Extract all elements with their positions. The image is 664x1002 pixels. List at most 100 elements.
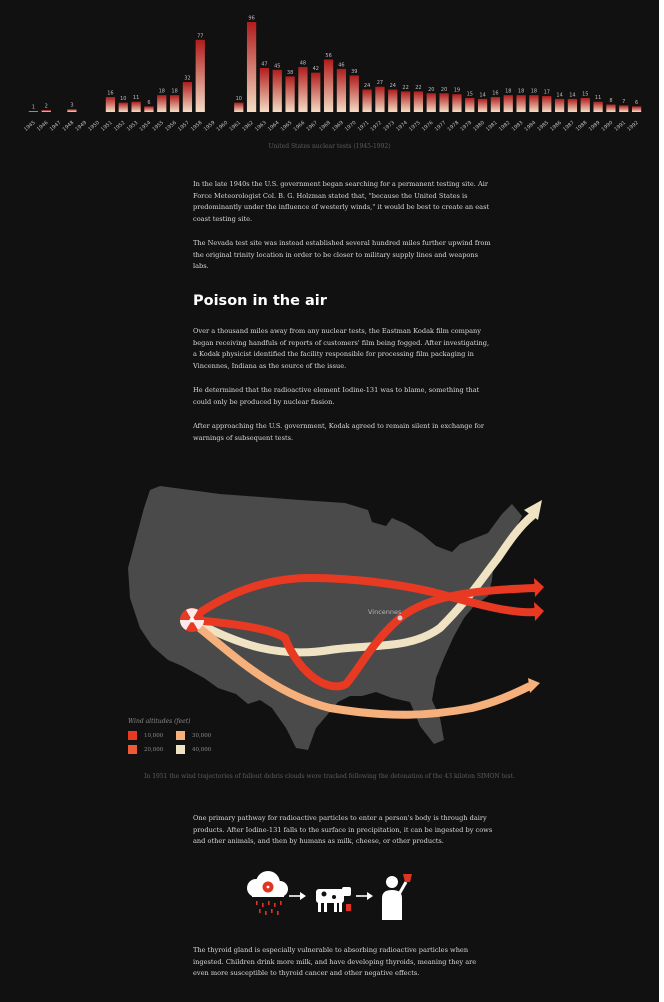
x-tick-label-1962: 1962: [241, 120, 255, 133]
data-label-1970: 39: [351, 69, 357, 75]
bar-1973: [388, 89, 398, 112]
bar-1954: [144, 106, 154, 113]
data-label-1982: 18: [505, 89, 511, 95]
arrowhead-30000ft: [528, 678, 540, 693]
legend-title: Wind altitudes (feet): [128, 718, 191, 725]
bar-1957: [182, 82, 193, 112]
paragraph-dairy-pathway: One primary pathway for radioactive part…: [193, 814, 493, 845]
legend-label: 10,000: [144, 733, 164, 739]
x-tick-label-1990: 1990: [601, 120, 615, 133]
x-tick-label-1949: 1949: [74, 120, 88, 133]
data-label-1972: 27: [377, 80, 383, 86]
bar-1951: [105, 97, 116, 112]
bar-1989: [593, 101, 603, 112]
bar-1955: [157, 95, 167, 113]
data-label-1969: 46: [338, 62, 344, 68]
x-tick-label-1953: 1953: [126, 120, 140, 133]
data-label-1975: 22: [415, 85, 421, 91]
bar-1963: [259, 67, 270, 112]
paragraph-nevada-site: The Nevada test site was instead establi…: [193, 239, 491, 270]
bar-1961: [234, 102, 244, 113]
x-tick-label-1983: 1983: [511, 120, 525, 133]
x-tick-label-1948: 1948: [62, 120, 76, 133]
data-label-1980: 14: [479, 92, 485, 98]
wind-altitude-legend: Wind altitudes (feet) 10,000 20,000 30,0…: [128, 718, 248, 758]
legend-swatch: [128, 731, 137, 740]
legend-item-40000: 40,000: [176, 745, 236, 755]
x-tick-label-1951: 1951: [100, 120, 114, 133]
vincennes-marker: [397, 615, 403, 621]
x-tick-label-1988: 1988: [575, 120, 589, 133]
paragraph-kodak: Over a thousand miles away from any nucl…: [193, 327, 490, 370]
data-label-1953: 11: [133, 95, 139, 101]
chart-caption: United States nuclear tests (1945-1992): [268, 143, 391, 150]
data-label-1956: 18: [171, 89, 177, 95]
x-tick-label-1981: 1981: [485, 120, 499, 133]
bar-1972: [375, 86, 385, 112]
bar-1976: [426, 93, 436, 112]
x-tick-label-1960: 1960: [216, 120, 230, 133]
data-label-1985: 17: [544, 90, 550, 96]
legend-label: 30,000: [192, 733, 212, 739]
paragraph-agreement: After approaching the U.S. government, K…: [193, 422, 485, 442]
data-label-1958: 77: [197, 33, 203, 39]
x-tick-label-1980: 1980: [472, 120, 486, 133]
x-tick-label-1971: 1971: [357, 120, 371, 133]
x-tick-label-1976: 1976: [421, 120, 435, 133]
bar-1988: [580, 97, 590, 112]
nuclear-tests-bar-chart: 1194521946 194731948 1949 19501619511019521…: [23, 16, 642, 133]
data-label-1966: 48: [300, 61, 306, 67]
x-tick-label-1974: 1974: [395, 120, 409, 133]
bar-1981: [490, 97, 501, 112]
bar-1974: [400, 91, 411, 113]
data-label-1992: 6: [635, 100, 638, 106]
bar-1992: [631, 106, 642, 113]
data-label-1974: 22: [402, 85, 408, 91]
bar-1986: [554, 98, 565, 113]
legend-swatch: [176, 731, 185, 740]
data-label-1957: 32: [184, 76, 190, 82]
x-tick-label-1956: 1956: [164, 120, 178, 133]
bar-1953: [131, 101, 141, 112]
x-tick-label-1961: 1961: [228, 120, 242, 133]
vincennes-label: Vincennes: [368, 608, 402, 616]
bar-1966: [298, 67, 308, 112]
bar-1967: [311, 72, 321, 113]
paragraph-iodine: He determined that the radioactive eleme…: [193, 386, 480, 406]
data-label-1991: 7: [622, 99, 625, 105]
x-tick-label-1954: 1954: [139, 120, 153, 133]
data-label-1955: 18: [159, 89, 165, 95]
data-label-1983: 18: [518, 89, 524, 95]
data-label-1977: 20: [441, 87, 447, 93]
bar-1984: [529, 95, 539, 113]
data-label-1945: 1: [32, 105, 35, 111]
x-tick-label-1959: 1959: [203, 120, 217, 133]
data-label-1984: 18: [531, 89, 537, 95]
bar-1977: [439, 93, 449, 112]
x-tick-label-1982: 1982: [498, 120, 512, 133]
x-tick-label-1978: 1978: [447, 120, 461, 133]
data-label-1951: 16: [107, 91, 113, 97]
bar-1952: [118, 102, 128, 113]
data-label-1978: 19: [454, 88, 460, 94]
person-drinking-icon: [382, 874, 412, 920]
x-tick-label-1992: 1992: [626, 120, 640, 133]
bar-1962: [246, 22, 257, 112]
legend-label: 40,000: [192, 747, 212, 753]
bar-1970: [349, 75, 359, 112]
data-label-1967: 42: [313, 66, 319, 72]
legend-swatch: [176, 745, 185, 754]
x-tick-label-1987: 1987: [562, 120, 576, 133]
x-tick-label-1991: 1991: [613, 120, 627, 133]
x-tick-label-1955: 1955: [151, 120, 165, 133]
data-label-1948: 3: [70, 103, 73, 109]
x-tick-label-1979: 1979: [459, 120, 473, 133]
infographic-sheet: 1 1945 2 1946 1947 3 1948 1949 1950 16 1951 10 1952 1…: [0, 0, 659, 1002]
x-tick-label-1975: 1975: [408, 120, 422, 133]
bar-1987: [567, 98, 578, 113]
data-label-1965: 38: [287, 70, 293, 76]
data-label-1981: 16: [492, 91, 498, 97]
legend-label: 20,000: [144, 747, 164, 753]
data-label-1968: 56: [325, 53, 331, 59]
x-tick-label-1986: 1986: [549, 120, 563, 133]
